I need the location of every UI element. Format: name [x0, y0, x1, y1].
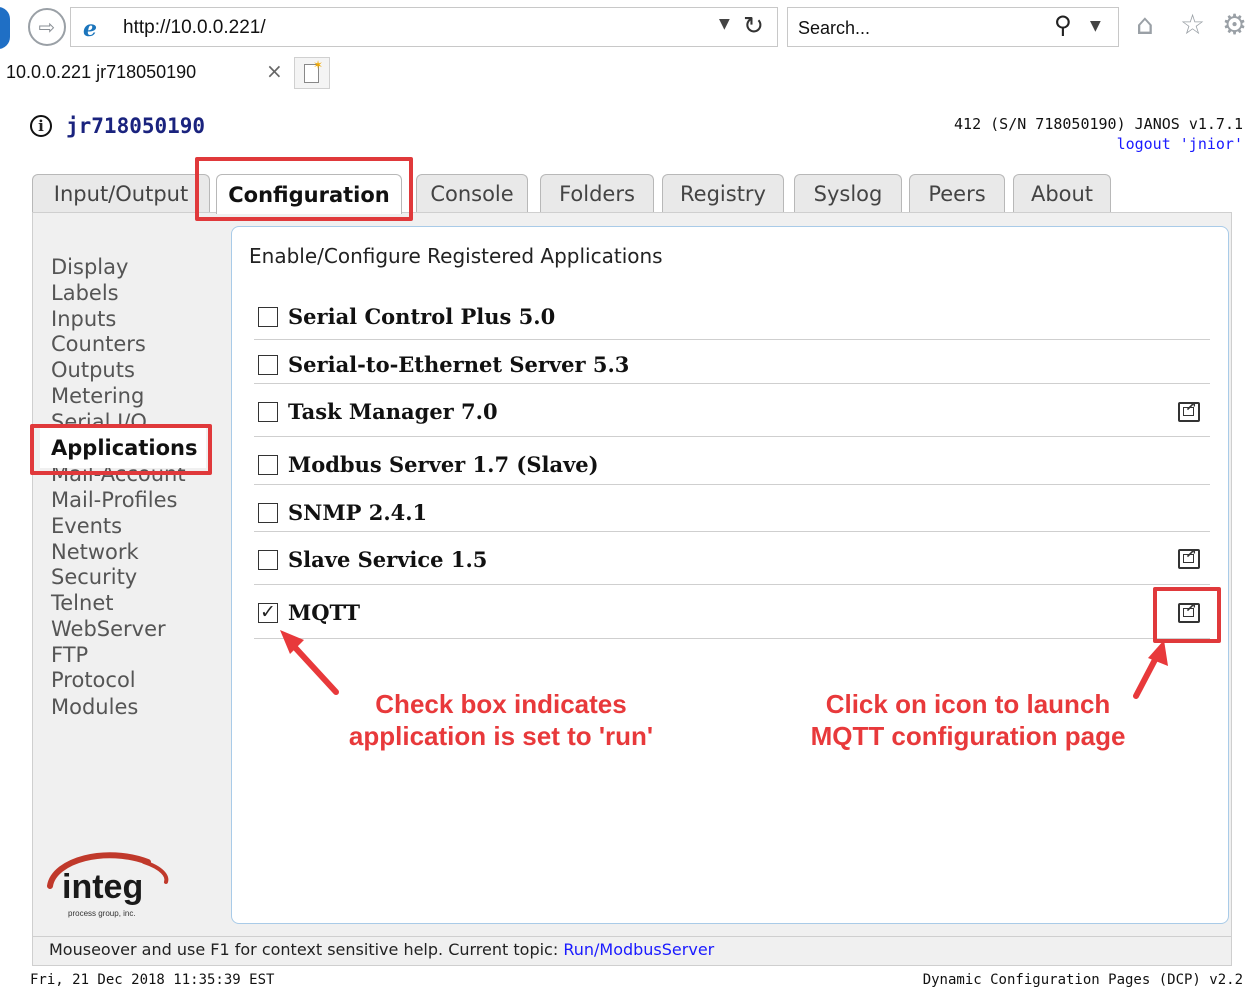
forward-button[interactable]: ⇨: [28, 8, 66, 46]
annotation-arrow-icon: [1133, 640, 1168, 699]
logout-link[interactable]: logout 'jnior': [1117, 135, 1243, 153]
browser-tab[interactable]: 10.0.0.221 jr718050190 ×: [0, 57, 292, 89]
app-name: Slave Service 1.5: [288, 547, 488, 572]
help-topic-link[interactable]: Run/ModbusServer: [563, 940, 714, 959]
annotation-icon-line1: Click on icon to launch: [825, 689, 1111, 719]
tab-syslog[interactable]: Syslog: [794, 174, 902, 212]
search-input[interactable]: Search... ⚲ ▼: [787, 7, 1119, 47]
menu-item-modules[interactable]: Modules: [51, 695, 138, 719]
app-row-snmp: SNMP 2.4.1: [254, 485, 1210, 532]
integ-logo: integ process group, inc.: [47, 852, 169, 918]
tab-input-output[interactable]: Input/Output: [32, 174, 210, 212]
annotation-icon-line2: MQTT configuration page: [810, 721, 1126, 751]
close-icon[interactable]: ×: [266, 59, 283, 83]
tab-about[interactable]: About: [1013, 174, 1111, 212]
launch-icon[interactable]: [1178, 399, 1200, 422]
new-tab-button[interactable]: ✶: [294, 57, 330, 89]
app-row-mqtt: ✓ MQTT: [254, 585, 1210, 639]
dcp-version: Dynamic Configuration Pages (DCP) v2.2: [922, 972, 1243, 988]
annotation-checkbox-line2: application is set to 'run': [348, 721, 654, 751]
app-checkbox[interactable]: [258, 307, 278, 327]
search-dropdown-icon[interactable]: ▼: [1090, 18, 1101, 34]
help-text: Mouseover and use F1 for context sensiti…: [49, 940, 564, 959]
home-icon[interactable]: ⌂: [1136, 8, 1154, 41]
menu-item-outputs[interactable]: Outputs: [51, 358, 135, 382]
ie-logo-icon: e: [83, 16, 97, 42]
callout-configuration-tab: [195, 157, 413, 221]
refresh-icon[interactable]: ↻: [743, 11, 764, 40]
address-bar[interactable]: e http://10.0.0.221/ ▼ ↻: [70, 7, 778, 47]
app-row-serial-control-plus: Serial Control Plus 5.0: [254, 296, 1210, 340]
annotation-checkbox-line1: Check box indicates: [375, 689, 627, 719]
forward-arrow-icon: ⇨: [38, 15, 56, 39]
launch-icon[interactable]: [1178, 546, 1200, 569]
menu-item-network[interactable]: Network: [51, 540, 139, 564]
tab-folders[interactable]: Folders: [540, 174, 654, 212]
menu-item-counters[interactable]: Counters: [51, 332, 146, 356]
menu-item-display[interactable]: Display: [51, 255, 128, 279]
dropdown-icon[interactable]: ▼: [719, 16, 730, 32]
menu-item-telnet[interactable]: Telnet: [51, 591, 113, 615]
address-url[interactable]: http://10.0.0.221/: [123, 17, 266, 39]
menu-item-inputs[interactable]: Inputs: [51, 307, 116, 331]
device-name: jr718050190: [66, 114, 206, 138]
app-checkbox[interactable]: [258, 455, 278, 475]
annotation-arrow-checkbox: [280, 630, 339, 695]
tab-registry[interactable]: Registry: [662, 174, 784, 212]
app-row-slave-service: Slave Service 1.5: [254, 532, 1210, 585]
menu-item-metering[interactable]: Metering: [51, 384, 144, 408]
info-icon: i: [30, 115, 52, 137]
callout-launch-icon: [1153, 587, 1221, 643]
device-info: 412 (S/N 718050190) JANOS v1.7.1: [954, 115, 1243, 133]
menu-item-labels[interactable]: Labels: [51, 281, 119, 305]
settings-gear-icon[interactable]: ⚙: [1222, 8, 1247, 41]
menu-item-security[interactable]: Security: [51, 565, 137, 589]
date-time: Fri, 21 Dec 2018 11:35:39 EST: [30, 972, 275, 988]
app-checkbox[interactable]: [258, 355, 278, 375]
app-checkbox[interactable]: [258, 503, 278, 523]
back-button[interactable]: [0, 7, 10, 49]
app-name: SNMP 2.4.1: [288, 500, 428, 525]
app-row-serial-to-ethernet: Serial-to-Ethernet Server 5.3: [254, 340, 1210, 384]
callout-applications-menu: [30, 424, 212, 475]
logo-tagline: process group, inc.: [68, 909, 136, 918]
browser-tab-title: 10.0.0.221 jr718050190: [6, 62, 197, 82]
menu-item-webserver[interactable]: WebServer: [51, 617, 166, 641]
app-row-modbus-server: Modbus Server 1.7 (Slave): [254, 437, 1210, 485]
app-checkbox[interactable]: [258, 402, 278, 422]
app-checkbox[interactable]: [258, 550, 278, 570]
tab-peers[interactable]: Peers: [909, 174, 1005, 212]
app-name: Task Manager 7.0: [288, 399, 498, 424]
logo-brand: integ: [62, 868, 143, 906]
app-name: Modbus Server 1.7 (Slave): [288, 452, 599, 477]
menu-item-protocol[interactable]: Protocol: [51, 668, 136, 692]
app-row-task-manager: Task Manager 7.0: [254, 384, 1210, 437]
favorites-star-icon[interactable]: ☆: [1180, 8, 1205, 41]
menu-item-ftp[interactable]: FTP: [51, 643, 88, 667]
new-tab-star-icon: ✶: [313, 58, 324, 72]
help-bar: Mouseover and use F1 for context sensiti…: [32, 937, 1232, 966]
menu-item-events[interactable]: Events: [51, 514, 122, 538]
app-name: Serial Control Plus 5.0: [288, 304, 556, 329]
menu-item-mail-profiles[interactable]: Mail-Profiles: [51, 488, 177, 512]
content-heading: Enable/Configure Registered Applications: [249, 244, 663, 268]
search-icon[interactable]: ⚲: [1054, 11, 1072, 39]
app-name: Serial-to-Ethernet Server 5.3: [288, 352, 630, 377]
tab-console[interactable]: Console: [416, 174, 528, 212]
search-placeholder[interactable]: Search...: [798, 18, 870, 39]
